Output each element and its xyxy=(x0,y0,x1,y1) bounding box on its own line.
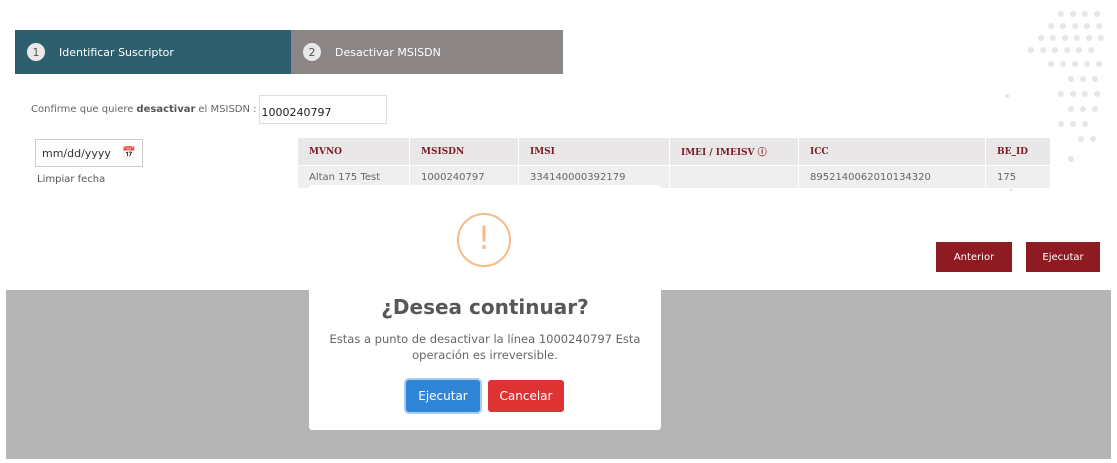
confirm-msisdn-row: Confirme que quiere desactivar el MSISDN… xyxy=(31,95,387,124)
confirm-bold: desactivar xyxy=(136,104,196,115)
calendar-icon[interactable]: 📅 xyxy=(122,146,136,159)
step-number: 1 xyxy=(27,43,45,61)
dialog-title: ¿Desea continuar? xyxy=(381,295,589,319)
cell-be-id: 175 xyxy=(985,165,1051,189)
step-identificar-suscriptor[interactable]: 1 Identificar Suscriptor xyxy=(15,30,291,74)
step-label: Identificar Suscriptor xyxy=(59,45,174,59)
col-mvno: MVNO xyxy=(297,137,410,166)
dialog-execute-button[interactable]: Ejecutar xyxy=(406,380,480,412)
date-placeholder: mm/dd/yyyy xyxy=(42,146,111,160)
table-header-row: MVNO MSISDN IMSI IMEI / IMEISV ⓘ ICC BE_… xyxy=(297,137,1051,166)
wizard-steps: 1 Identificar Suscriptor 2 Desactivar MS… xyxy=(15,30,563,74)
warning-icon: ! xyxy=(457,213,511,267)
back-button[interactable]: Anterior xyxy=(936,242,1012,272)
execute-button[interactable]: Ejecutar xyxy=(1026,242,1100,272)
col-be-id: BE_ID xyxy=(985,137,1051,166)
subscriber-table: MVNO MSISDN IMSI IMEI / IMEISV ⓘ ICC BE_… xyxy=(297,137,1051,189)
cell-imei xyxy=(669,165,799,189)
col-imei: IMEI / IMEISV ⓘ xyxy=(669,137,799,166)
dialog-cancel-button[interactable]: Cancelar xyxy=(488,380,564,412)
warning-mark: ! xyxy=(477,219,491,257)
cell-icc: 8952140062010134320 xyxy=(798,165,986,189)
step-desactivar-msisdn[interactable]: 2 Desactivar MSISDN xyxy=(291,30,563,74)
page: 1 Identificar Suscriptor 2 Desactivar MS… xyxy=(6,4,1111,459)
date-input[interactable]: mm/dd/yyyy 📅 xyxy=(35,139,143,167)
confirm-dialog: ! ¿Desea continuar? Estas a punto de des… xyxy=(309,185,661,430)
step-number: 2 xyxy=(303,43,321,61)
msisdn-field[interactable]: 1000240797 xyxy=(258,95,387,124)
col-imsi: IMSI xyxy=(518,137,670,166)
col-msisdn: MSISDN xyxy=(409,137,519,166)
dialog-message: Estas a punto de desactivar la línea 100… xyxy=(329,332,641,362)
confirm-prefix: Confirme que quiere xyxy=(31,104,134,115)
step-label: Desactivar MSISDN xyxy=(335,45,441,59)
col-icc: ICC xyxy=(798,137,986,166)
clear-date-link[interactable]: Limpiar fecha xyxy=(37,174,105,185)
confirm-suffix: el MSISDN : xyxy=(198,104,257,115)
